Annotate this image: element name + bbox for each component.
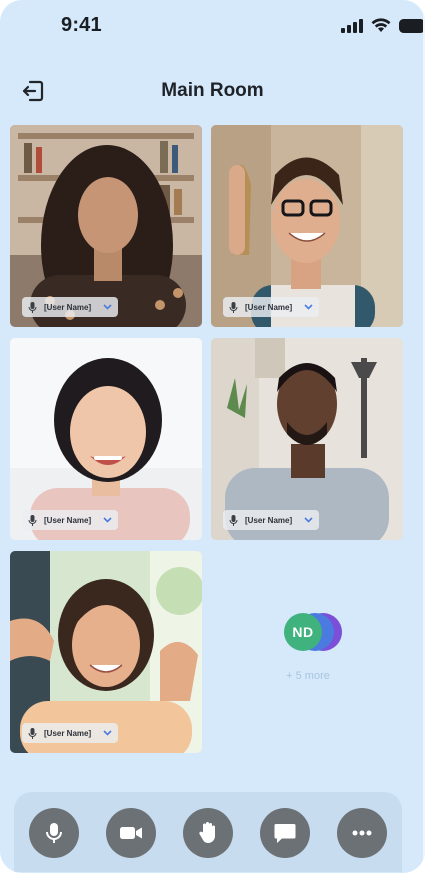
wifi-icon — [371, 18, 391, 32]
chevron-down-icon — [304, 517, 313, 523]
more-options-icon — [352, 830, 372, 836]
microphone-icon — [229, 301, 238, 313]
video-tile[interactable]: [User Name] — [10, 338, 202, 540]
microphone-icon — [28, 301, 37, 313]
chevron-down-icon — [103, 304, 112, 310]
microphone-icon — [46, 823, 62, 843]
video-tile[interactable]: [User Name] — [211, 338, 403, 540]
camera-button[interactable] — [106, 808, 156, 858]
participant-name: [User Name] — [245, 515, 293, 525]
video-camera-icon — [120, 827, 142, 839]
raise-hand-icon — [199, 822, 215, 843]
chevron-down-icon — [103, 517, 112, 523]
participant-name-pill[interactable]: [User Name] — [22, 297, 118, 317]
participant-name-pill[interactable]: [User Name] — [223, 510, 319, 530]
microphone-icon — [229, 514, 238, 526]
chevron-down-icon — [103, 730, 112, 736]
avatar-stack[interactable]: ND — [284, 613, 342, 651]
phone-screen: 9:41 Main Room [User Name] [User Name] [… — [0, 0, 425, 873]
chat-button[interactable] — [260, 808, 310, 858]
chevron-down-icon — [304, 304, 313, 310]
avatar-initials: ND — [284, 613, 322, 651]
mute-button[interactable] — [29, 808, 79, 858]
chat-icon — [274, 824, 296, 843]
microphone-icon — [28, 727, 37, 739]
more-participants: ND + 5 more — [212, 552, 404, 754]
participant-name: [User Name] — [44, 302, 92, 312]
microphone-icon — [28, 514, 37, 526]
participant-name-pill[interactable]: [User Name] — [223, 297, 319, 317]
call-toolbar — [14, 792, 402, 872]
more-options-button[interactable] — [337, 808, 387, 858]
participant-name: [User Name] — [245, 302, 293, 312]
participant-name-pill[interactable]: [User Name] — [22, 510, 118, 530]
video-tile[interactable]: [User Name] — [10, 125, 202, 327]
status-bar: 9:41 — [0, 0, 425, 52]
participant-name: [User Name] — [44, 515, 92, 525]
raise-hand-button[interactable] — [183, 808, 233, 858]
page-title: Main Room — [161, 80, 264, 101]
video-tile[interactable]: [User Name] — [10, 551, 202, 753]
status-icons — [341, 18, 425, 33]
status-time: 9:41 — [61, 14, 102, 36]
participant-name-pill[interactable]: [User Name] — [22, 723, 118, 743]
signal-icon — [341, 18, 363, 33]
more-participants-count[interactable]: + 5 more — [212, 670, 404, 682]
video-tile[interactable]: [User Name] — [211, 125, 403, 327]
participant-name: [User Name] — [44, 728, 92, 738]
header: Main Room — [0, 72, 425, 108]
battery-icon — [399, 18, 425, 33]
